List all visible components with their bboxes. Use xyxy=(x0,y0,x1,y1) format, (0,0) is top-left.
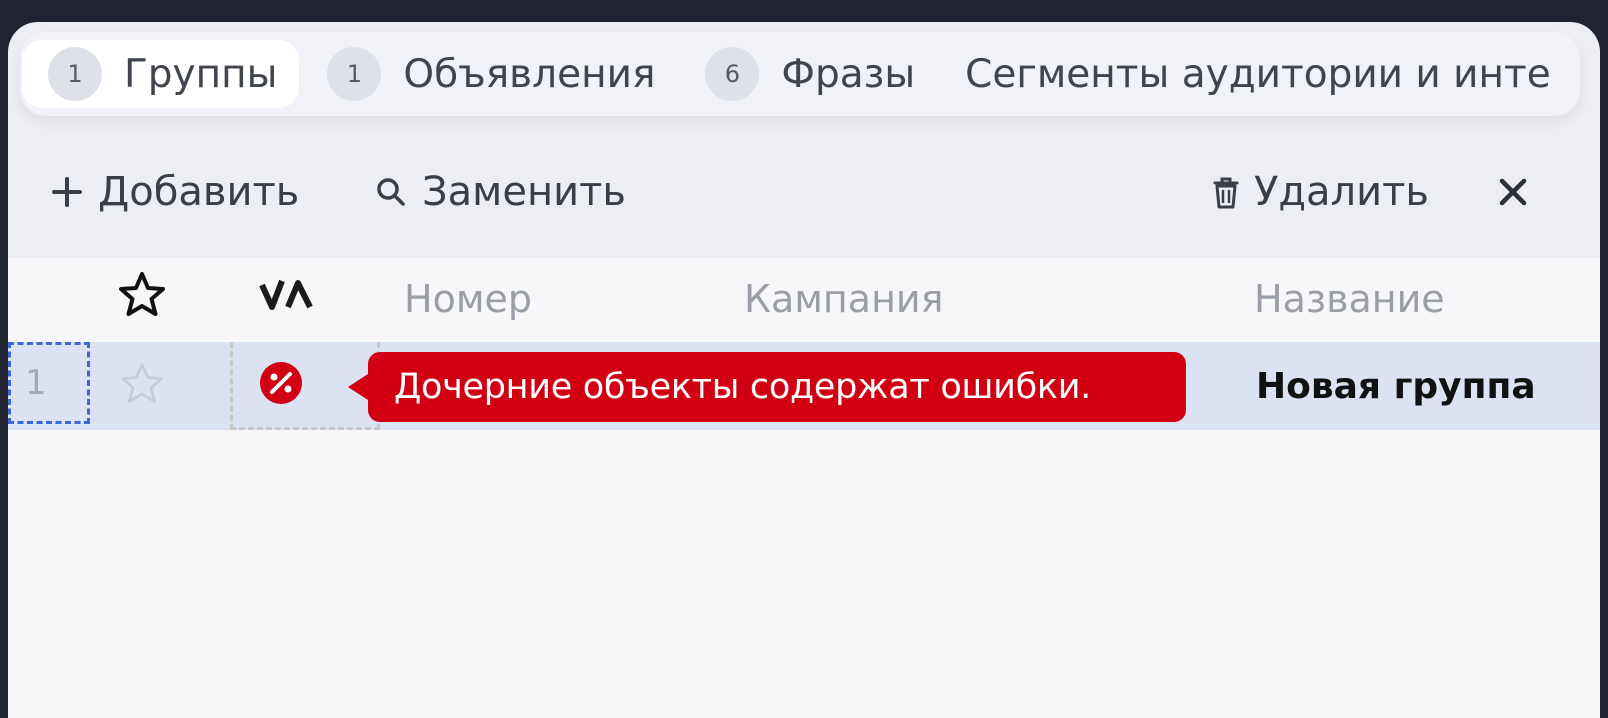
tab-count-badge: 1 xyxy=(48,47,102,101)
close-icon xyxy=(1498,177,1528,207)
tab-label: Фразы xyxy=(781,51,916,97)
replace-button[interactable]: Заменить xyxy=(374,152,626,232)
star-icon xyxy=(117,270,167,329)
delete-label: Удалить xyxy=(1254,169,1429,215)
table-row[interactable]: 1 Дочерние объекты содержат ошибки. Нова… xyxy=(8,342,1600,430)
star-column-header[interactable] xyxy=(112,258,172,340)
tab-label: Объявления xyxy=(403,51,656,97)
replace-label: Заменить xyxy=(422,169,626,215)
plus-icon xyxy=(50,175,84,209)
toolbar: Добавить Заменить Удалить xyxy=(8,152,1600,232)
table-header: Номер Кампания Название xyxy=(8,258,1600,340)
tab-ads[interactable]: 1 Объявления xyxy=(301,40,677,108)
trash-icon xyxy=(1212,174,1240,210)
add-label: Добавить xyxy=(98,169,300,215)
delete-button[interactable]: Удалить xyxy=(1212,152,1429,232)
groups-table: Номер Кампания Название 1 Дочерние объек… xyxy=(8,258,1600,718)
tab-groups[interactable]: 1 Группы xyxy=(22,40,300,108)
error-status-icon xyxy=(259,361,303,409)
row-index[interactable]: 1 xyxy=(8,342,90,424)
favorite-toggle[interactable] xyxy=(112,342,172,430)
group-name-cell[interactable]: Новая группа xyxy=(1256,342,1536,430)
search-icon xyxy=(374,175,408,209)
column-header-campaign[interactable]: Кампания xyxy=(744,258,943,340)
tabs-bar: 1 Группы 1 Объявления 6 Фразы Сегменты а… xyxy=(20,32,1580,116)
column-header-number[interactable]: Номер xyxy=(404,258,532,340)
tab-audience-segments[interactable]: Сегменты аудитории и инте xyxy=(939,40,1573,108)
tab-count-badge: 6 xyxy=(705,47,760,101)
star-outline-icon xyxy=(118,360,166,412)
tab-count-badge: 1 xyxy=(327,47,382,101)
column-header-name[interactable]: Название xyxy=(1254,258,1445,340)
error-tooltip: Дочерние объекты содержат ошибки. xyxy=(348,352,1186,422)
editor-panel: 1 Группы 1 Объявления 6 Фразы Сегменты а… xyxy=(8,22,1600,718)
tab-phrases[interactable]: 6 Фразы xyxy=(679,40,937,108)
add-button[interactable]: Добавить xyxy=(50,152,299,232)
sort-icon xyxy=(258,273,314,326)
close-button[interactable] xyxy=(1488,152,1538,232)
tab-label: Сегменты аудитории и инте xyxy=(965,51,1551,97)
tab-label: Группы xyxy=(124,51,278,97)
status-column-header[interactable] xyxy=(256,258,316,340)
